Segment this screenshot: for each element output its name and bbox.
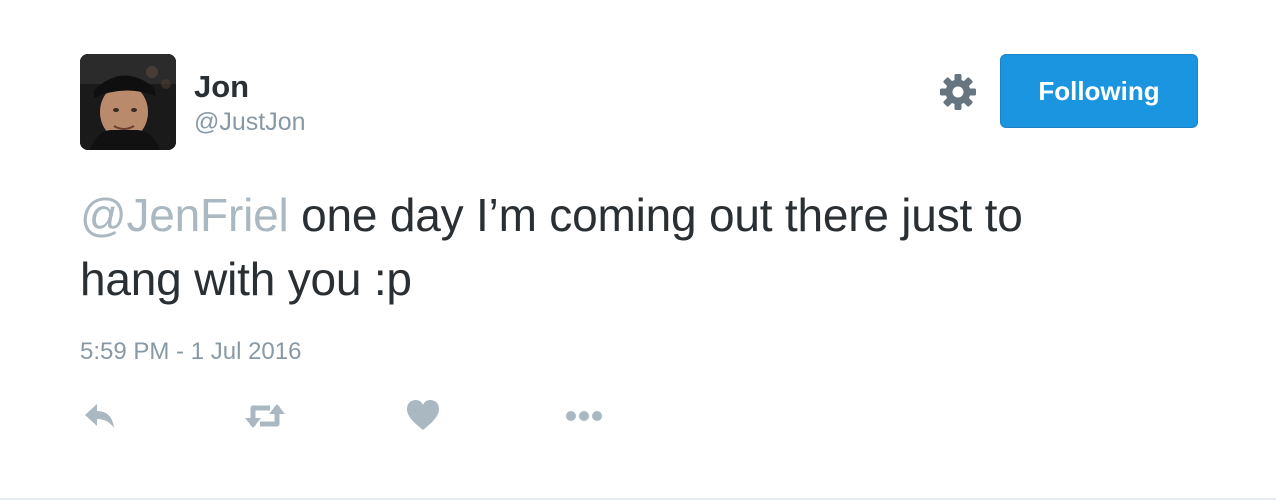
- following-button[interactable]: Following: [1000, 54, 1198, 128]
- avatar[interactable]: [80, 54, 176, 150]
- retweet-icon[interactable]: [244, 398, 286, 434]
- author-info: Jon @JustJon: [194, 68, 306, 138]
- more-icon[interactable]: [564, 398, 604, 434]
- tweet-header: Jon @JustJon Following: [80, 54, 1198, 150]
- mention-link[interactable]: @JenFriel: [80, 189, 289, 241]
- tweet-timestamp[interactable]: 5:59 PM - 1 Jul 2016: [80, 336, 301, 368]
- tweet-text: @JenFriel one day I’m coming out there j…: [80, 183, 1190, 311]
- tweet-card: Jon @JustJon Following @JenFriel one day…: [0, 0, 1276, 500]
- gear-icon[interactable]: [938, 72, 978, 112]
- heart-icon[interactable]: [406, 398, 440, 434]
- display-name[interactable]: Jon: [194, 68, 306, 106]
- tweet-text-line1: one day I’m coming out there just to: [288, 189, 1023, 241]
- user-handle[interactable]: @JustJon: [194, 106, 306, 138]
- tweet-text-line2: hang with you :p: [80, 253, 412, 305]
- reply-icon[interactable]: [82, 398, 118, 434]
